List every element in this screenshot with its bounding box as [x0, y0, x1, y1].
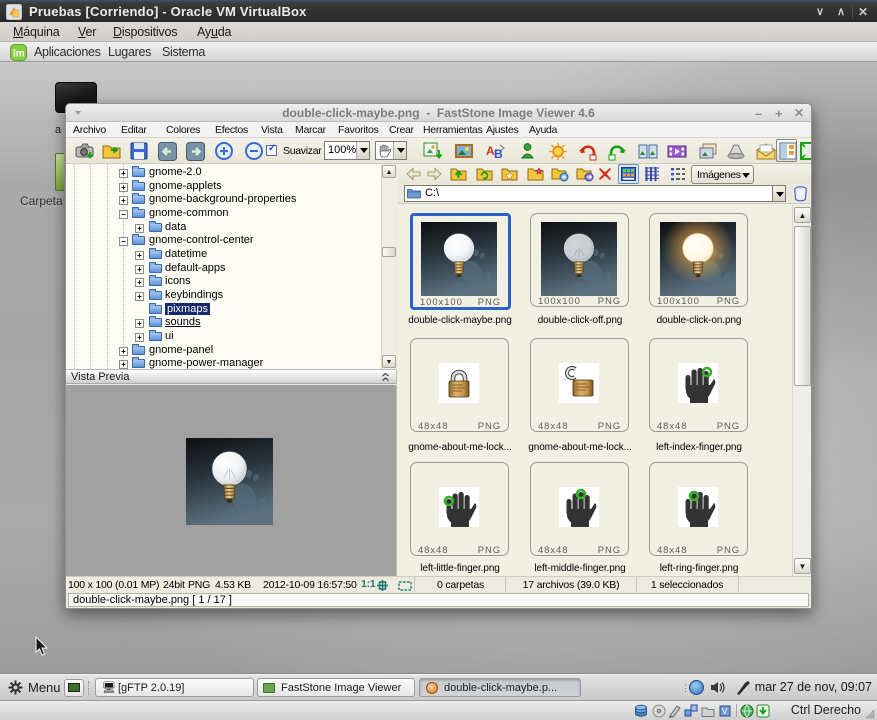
svg-text:lm: lm	[13, 49, 25, 60]
svg-text:V: V	[722, 707, 728, 716]
